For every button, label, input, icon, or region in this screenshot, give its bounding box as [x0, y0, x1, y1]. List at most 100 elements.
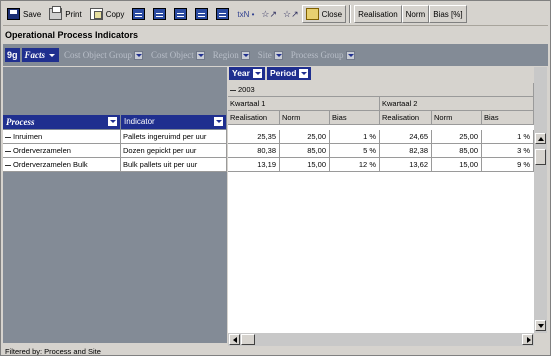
value-cell[interactable]: 1 % [330, 130, 380, 144]
view-grid-button-1[interactable] [128, 5, 149, 23]
sparkle-chart-icon: ☆↗ [283, 8, 299, 19]
scroll-thumb[interactable] [535, 149, 546, 165]
value-cell[interactable]: 15,00 [432, 158, 482, 172]
measure-row: Realisation Norm Bias Realisation Norm B… [228, 111, 534, 125]
quarter-1-header[interactable]: Kwartaal 1 [228, 97, 380, 111]
indicator-header-label: Indicator [124, 117, 155, 126]
row-dimension-header: Process Indicator [3, 115, 227, 129]
chevron-down-icon [214, 117, 223, 126]
measure-header: Bias [482, 111, 534, 125]
norm-label: Norm [405, 9, 426, 19]
chevron-down-icon [108, 117, 117, 126]
formula-button[interactable]: txN • [233, 5, 258, 23]
value-cell[interactable]: 13,19 [228, 158, 280, 172]
value-cell[interactable]: 3 % [482, 144, 534, 158]
table-row: Orderverzamelen Bulk Bulk pallets uit pe… [3, 158, 227, 172]
scroll-right-button[interactable] [522, 334, 533, 345]
close-icon [305, 8, 319, 20]
realisation-toggle[interactable]: Realisation [354, 5, 402, 23]
arrow-right-icon [527, 337, 531, 343]
filter-label: Cost Object [151, 50, 194, 60]
chart-sparkle-button-2[interactable]: ☆↗ [280, 5, 302, 23]
filter-label: Region [212, 50, 239, 60]
view-grid-button-3[interactable] [170, 5, 191, 23]
bias-label: Bias [%] [433, 9, 463, 19]
value-cell[interactable]: 12 % [330, 158, 380, 172]
indicator-dimension[interactable]: Indicator [121, 115, 227, 129]
measure-header: Realisation [380, 111, 432, 125]
filter-region[interactable]: Region [210, 48, 253, 62]
period-dimension[interactable]: Period [266, 67, 312, 80]
value-cell[interactable]: 25,00 [280, 130, 330, 144]
arrow-left-icon [233, 337, 237, 343]
save-button[interactable]: Save [3, 5, 45, 23]
close-label: Close [321, 9, 343, 19]
value-cell[interactable]: 9 % [482, 158, 534, 172]
process-dimension[interactable]: Process [3, 115, 121, 129]
filter-process-group[interactable]: Process Group [288, 48, 358, 62]
year-dimension[interactable]: Year [229, 67, 265, 80]
save-icon [7, 8, 20, 20]
printer-icon [49, 6, 63, 20]
chart-sparkle-button-1[interactable]: ☆↗ [258, 5, 280, 23]
close-button[interactable]: Close [301, 5, 347, 23]
filters-badge: 9g [5, 48, 20, 62]
copy-icon [89, 8, 103, 20]
measure-header: Realisation [228, 111, 280, 125]
filter-cost-object[interactable]: Cost Object [148, 48, 208, 62]
formula-label: txN • [237, 9, 255, 19]
value-cell[interactable]: 24,65 [380, 130, 432, 144]
process-cell[interactable]: Orderverzamelen Bulk [3, 158, 121, 172]
process-cell[interactable]: Orderverzamelen [3, 144, 121, 158]
view-grid-button-5[interactable] [212, 5, 233, 23]
bias-toggle[interactable]: Bias [%] [429, 5, 467, 23]
column-dimension-header: Year Period [228, 67, 312, 80]
value-cell[interactable]: 13,62 [380, 158, 432, 172]
scroll-left-button[interactable] [229, 334, 240, 345]
scroll-up-button[interactable] [535, 133, 546, 144]
collapse-icon [5, 150, 11, 152]
scroll-thumb[interactable] [241, 334, 255, 345]
measure-header: Bias [330, 111, 380, 125]
sparkle-chart-icon: ☆↗ [261, 8, 278, 19]
value-cell[interactable]: 5 % [330, 144, 380, 158]
process-label: Orderverzamelen Bulk [13, 160, 88, 169]
filter-label: Facts [24, 50, 46, 60]
process-header-label: Process [6, 117, 35, 127]
print-button[interactable]: Print [45, 5, 85, 23]
scroll-down-button[interactable] [535, 320, 546, 331]
value-cell[interactable]: 15,00 [280, 158, 330, 172]
table-row: 13,19 15,00 12 % 13,62 15,00 9 % [228, 158, 534, 172]
value-cell[interactable]: 85,00 [280, 144, 330, 158]
year-cell[interactable]: 2003 [228, 83, 534, 97]
value-cell[interactable]: 80,38 [228, 144, 280, 158]
chevron-down-icon [195, 50, 205, 60]
collapse-icon [230, 89, 236, 91]
table-row: Inruimen Pallets ingeruimd per uur [3, 130, 227, 144]
value-cell[interactable]: 85,00 [432, 144, 482, 158]
process-label: Orderverzamelen [13, 146, 71, 155]
value-cell[interactable]: 25,35 [228, 130, 280, 144]
grid-view-icon [153, 8, 167, 20]
indicator-cell: Pallets ingeruimd per uur [121, 130, 227, 144]
filter-label: Process Group [290, 50, 344, 60]
print-label: Print [65, 9, 82, 19]
process-cell[interactable]: Inruimen [3, 130, 121, 144]
value-cell[interactable]: 25,00 [432, 130, 482, 144]
period-label: Period [269, 68, 297, 78]
filter-site[interactable]: Site [255, 48, 286, 62]
filter-cost-object-group[interactable]: Cost Object Group [61, 48, 146, 62]
value-cell[interactable]: 1 % [482, 130, 534, 144]
value-cell[interactable]: 82,38 [380, 144, 432, 158]
view-grid-button-4[interactable] [191, 5, 212, 23]
norm-toggle[interactable]: Norm [401, 5, 430, 23]
vertical-scrollbar[interactable] [534, 67, 547, 333]
copy-button[interactable]: Copy [86, 5, 129, 23]
quarter-2-header[interactable]: Kwartaal 2 [380, 97, 534, 111]
filter-facts[interactable]: Facts [21, 48, 60, 62]
toolbar: Save Print Copy txN • ☆↗ ☆↗ Close Realis… [3, 3, 548, 26]
indicator-cell: Bulk pallets uit per uur [121, 158, 227, 172]
copy-label: Copy [105, 9, 125, 19]
horizontal-scrollbar[interactable] [228, 333, 534, 346]
view-grid-button-2[interactable] [149, 5, 170, 23]
